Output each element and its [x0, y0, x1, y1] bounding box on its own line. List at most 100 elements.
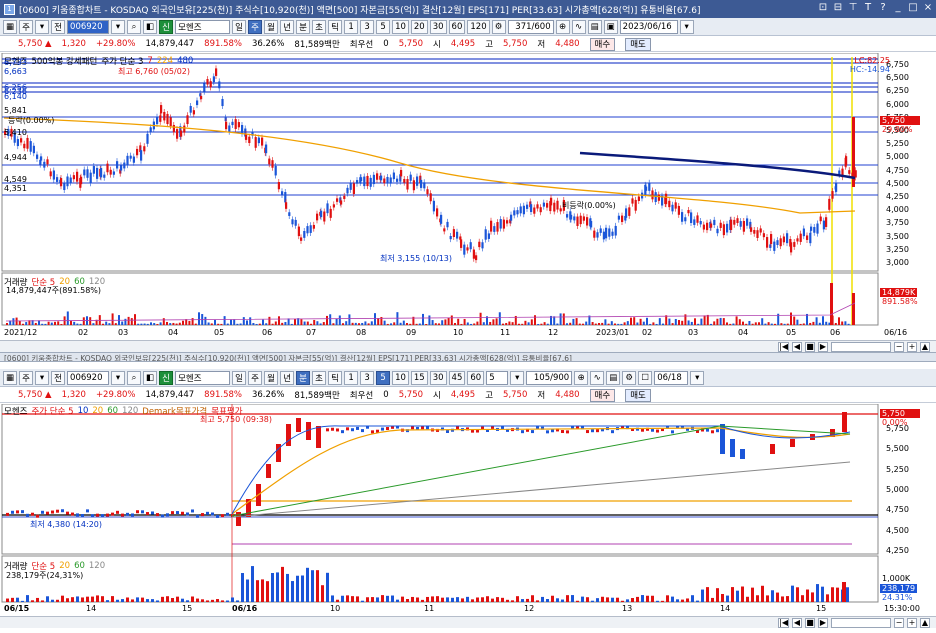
- period-week-2[interactable]: 주: [248, 370, 263, 385]
- pattern-icon-2[interactable]: ∿: [590, 370, 605, 385]
- period-month-2[interactable]: 월: [264, 370, 279, 385]
- favorite-icon[interactable]: ◧: [143, 19, 158, 34]
- period-tick-2[interactable]: 틱: [328, 370, 343, 385]
- pin-icon[interactable]: ⊤: [847, 1, 859, 15]
- volume-bar: [489, 321, 492, 325]
- checkbox-icon[interactable]: ☐: [638, 370, 653, 385]
- minute-price-chart[interactable]: [0, 404, 936, 616]
- chart-type-icon-2[interactable]: ▦: [3, 370, 18, 385]
- candle-body: [677, 205, 680, 215]
- interval-1[interactable]: 1: [344, 19, 359, 34]
- period-day[interactable]: 일: [232, 19, 247, 34]
- buy-button[interactable]: 매수: [589, 37, 616, 51]
- period-second-2[interactable]: 초: [312, 370, 327, 385]
- zoom-in-icon[interactable]: ⊕: [555, 19, 570, 34]
- data-count-field-2[interactable]: 105/900: [526, 370, 573, 385]
- zoom-in-btn-icon[interactable]: +: [907, 341, 917, 352]
- code-dropdown-icon-2[interactable]: ▾: [111, 370, 126, 385]
- interval-10-b[interactable]: 10: [392, 370, 409, 385]
- close-icon[interactable]: ×: [922, 1, 934, 15]
- scroll-first-icon[interactable]: |◀: [778, 341, 789, 352]
- period-second[interactable]: 초: [312, 19, 327, 34]
- scroll-next-icon-2[interactable]: ▶: [818, 617, 828, 628]
- interval-5-b[interactable]: 5: [376, 370, 391, 385]
- search-icon[interactable]: ⌕: [127, 19, 142, 34]
- zoom-in-btn-icon-2[interactable]: +: [907, 617, 917, 628]
- bottom-chart-scrollbar[interactable]: |◀ ◀ ■ ▶ − + ▲: [0, 616, 936, 628]
- stock-code-input[interactable]: 006920: [67, 19, 110, 34]
- scroll-stop-icon-2[interactable]: ■: [805, 617, 815, 628]
- volume-bar: [262, 319, 264, 325]
- period-week[interactable]: 주: [248, 19, 263, 34]
- period-day-2[interactable]: 일: [232, 370, 247, 385]
- scroll-prev-icon-2[interactable]: ◀: [792, 617, 802, 628]
- mode-dropdown-icon-2[interactable]: ▾: [35, 370, 50, 385]
- expand-icon-2[interactable]: ▲: [920, 617, 930, 628]
- scroll-first-icon-2[interactable]: |◀: [778, 617, 789, 628]
- period-minute[interactable]: 분: [296, 19, 311, 34]
- interval-30-b[interactable]: 30: [429, 370, 447, 385]
- sell-button[interactable]: 매도: [625, 37, 651, 51]
- mode-dropdown-icon[interactable]: ▾: [35, 19, 50, 34]
- interval-input[interactable]: 5: [486, 370, 509, 385]
- help-icon[interactable]: ?: [877, 1, 889, 15]
- interval-60-b[interactable]: 60: [467, 370, 485, 385]
- buy-button-2[interactable]: 매수: [589, 388, 616, 402]
- interval-3-b[interactable]: 3: [360, 370, 375, 385]
- maximize-icon[interactable]: □: [907, 1, 919, 15]
- search-icon-2[interactable]: ⌕: [127, 370, 142, 385]
- minimize-icon[interactable]: _: [892, 1, 904, 15]
- interval-20[interactable]: 20: [410, 19, 428, 34]
- grid-icon[interactable]: ▤: [587, 19, 602, 34]
- interval-30[interactable]: 30: [429, 19, 447, 34]
- market-select-2[interactable]: 전: [51, 370, 66, 385]
- font-icon[interactable]: T: [862, 1, 874, 15]
- interval-60[interactable]: 60: [448, 19, 466, 34]
- grid-icon-2[interactable]: ▤: [606, 370, 621, 385]
- interval-15-b[interactable]: 15: [410, 370, 428, 385]
- interval-120[interactable]: 120: [467, 19, 490, 34]
- date-input-2[interactable]: 06/18: [654, 370, 689, 385]
- scroll-track[interactable]: [831, 341, 891, 352]
- sell-button-2[interactable]: 매도: [625, 388, 651, 402]
- calendar-icon[interactable]: ▣: [603, 19, 618, 34]
- period-month[interactable]: 월: [264, 19, 279, 34]
- mode-select-2[interactable]: 주: [19, 370, 34, 385]
- stock-code-input-2[interactable]: 006920: [67, 370, 110, 385]
- settings-icon-2[interactable]: ⚙: [622, 370, 637, 385]
- top-chart-scrollbar[interactable]: |◀ ◀ ■ ▶ − + ▲: [0, 340, 936, 352]
- expand-icon[interactable]: ▲: [920, 341, 930, 352]
- interval-5[interactable]: 5: [376, 19, 391, 34]
- weekly-price-chart[interactable]: [0, 53, 936, 340]
- date-dropdown-icon[interactable]: ▾: [679, 19, 694, 34]
- market-select[interactable]: 전: [51, 19, 66, 34]
- interval-3[interactable]: 3: [360, 19, 375, 34]
- interval-dropdown-icon[interactable]: ▾: [510, 370, 525, 385]
- date-input[interactable]: 2023/06/16: [619, 19, 678, 34]
- interval-1-b[interactable]: 1: [344, 370, 359, 385]
- pattern-icon[interactable]: ∿: [571, 19, 586, 34]
- interval-10[interactable]: 10: [392, 19, 409, 34]
- split-divider[interactable]: [0600] 키움종합차트 - KOSDAQ 외국인보유[225(천)] 주식수…: [0, 352, 936, 362]
- period-year-2[interactable]: 년: [280, 370, 295, 385]
- mode-select[interactable]: 주: [19, 19, 34, 34]
- scroll-stop-icon[interactable]: ■: [805, 341, 815, 352]
- code-dropdown-icon[interactable]: ▾: [111, 19, 126, 34]
- zoom-out-icon[interactable]: −: [894, 341, 904, 352]
- data-count-field[interactable]: 371/600: [507, 19, 554, 34]
- period-year[interactable]: 년: [280, 19, 295, 34]
- scroll-next-icon[interactable]: ▶: [818, 341, 828, 352]
- interval-45-b[interactable]: 45: [448, 370, 466, 385]
- period-minute-2[interactable]: 분: [296, 370, 311, 385]
- layout-icon[interactable]: ⊡: [817, 1, 829, 15]
- favorite-icon-2[interactable]: ◧: [143, 370, 158, 385]
- chart-type-icon[interactable]: ▦: [3, 19, 18, 34]
- tile-icon[interactable]: ⊟: [832, 1, 844, 15]
- period-tick[interactable]: 틱: [328, 19, 343, 34]
- scroll-prev-icon[interactable]: ◀: [792, 341, 802, 352]
- zoom-in-icon-2[interactable]: ⊕: [574, 370, 589, 385]
- scroll-track-2[interactable]: [831, 617, 891, 628]
- settings-icon[interactable]: ⚙: [491, 19, 506, 34]
- date-dropdown-icon-2[interactable]: ▾: [690, 370, 705, 385]
- zoom-out-icon-2[interactable]: −: [894, 617, 904, 628]
